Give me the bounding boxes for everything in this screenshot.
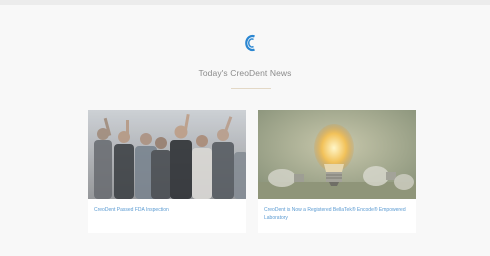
news-title-link[interactable]: CreoDent is Now a Registered BellaTek® E… [264,207,410,222]
news-card[interactable]: CreoDent is Now a Registered BellaTek® E… [258,110,416,233]
title-divider [231,88,271,89]
news-card[interactable]: CreoDent Passed FDA Inspection [88,110,246,233]
section-title: Today's CreoDent News [198,68,292,78]
news-image[interactable] [88,110,246,199]
creodent-logo-icon[interactable] [244,34,258,52]
news-image[interactable] [258,110,416,199]
news-title-link[interactable]: CreoDent Passed FDA Inspection [94,207,240,215]
